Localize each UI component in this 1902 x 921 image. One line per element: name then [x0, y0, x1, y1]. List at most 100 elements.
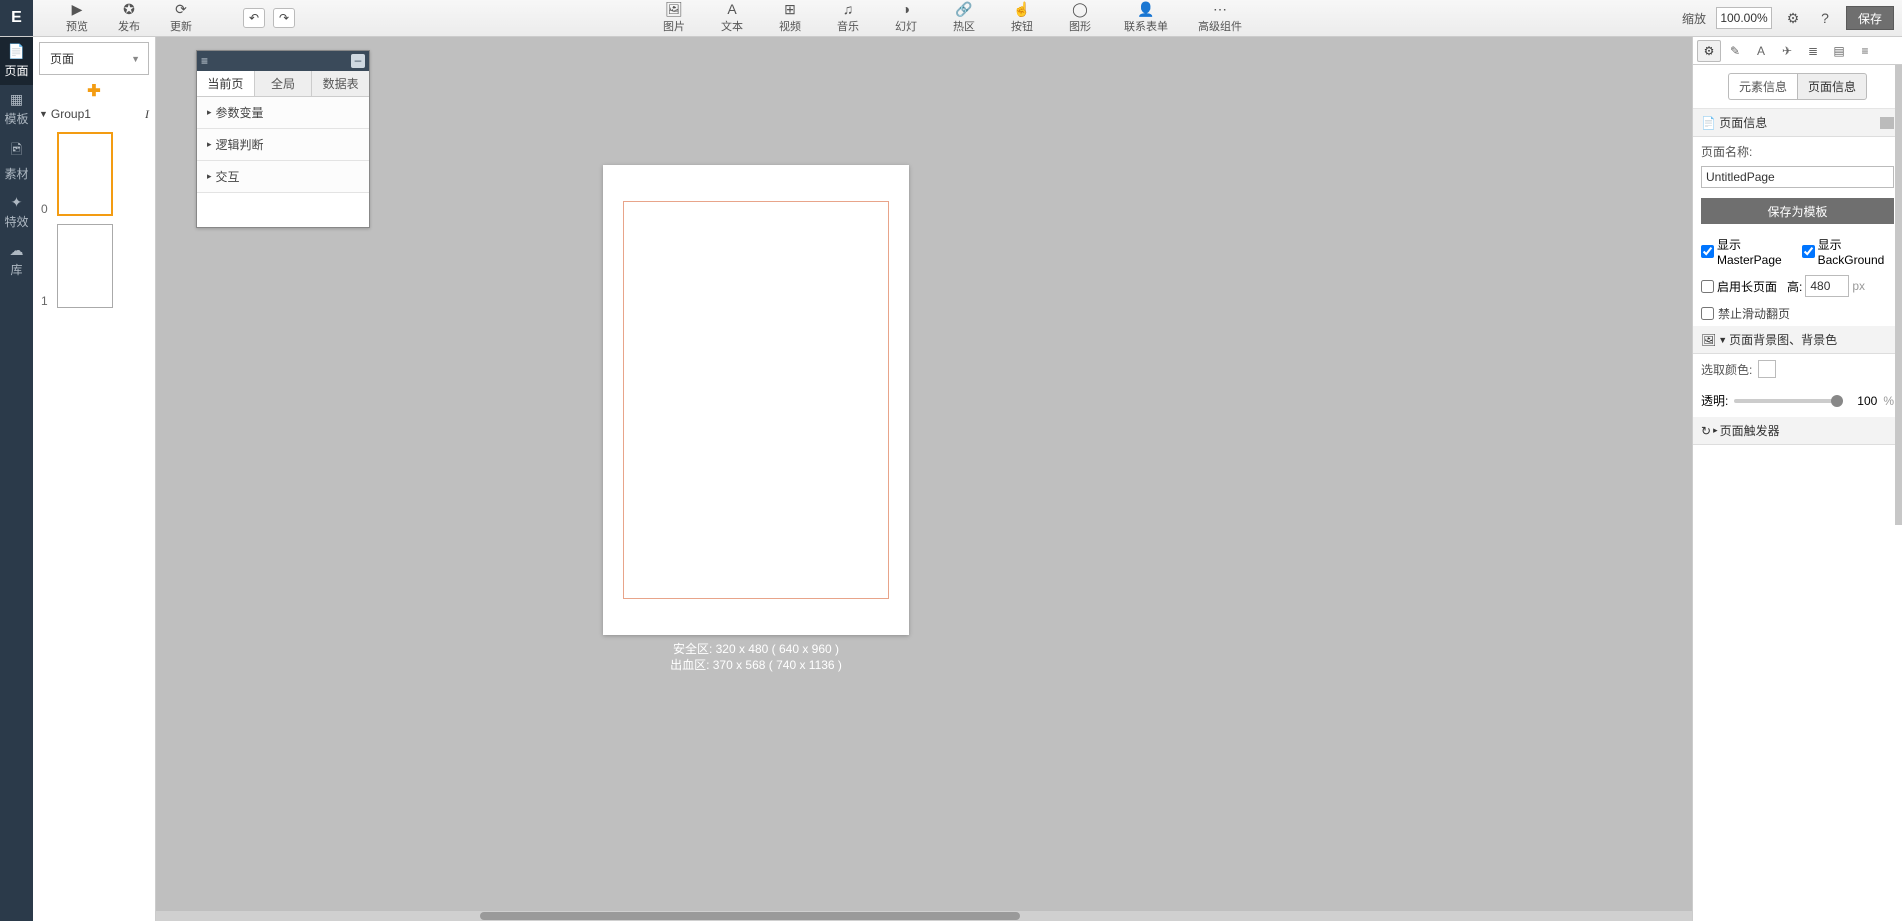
color-swatch[interactable] — [1758, 360, 1776, 378]
scrollbar-thumb[interactable] — [1895, 65, 1902, 525]
settings-icon[interactable]: ⚙ — [1782, 7, 1804, 29]
tab-current-page[interactable]: 当前页 — [197, 71, 255, 96]
cursor-icon: I — [145, 107, 149, 122]
section-triggers[interactable]: ↻▸页面触发器 — [1693, 417, 1902, 445]
thumb-row: 0 — [41, 132, 147, 216]
minimize-icon[interactable]: – — [351, 54, 365, 68]
add-page-button[interactable]: ✚ — [87, 81, 100, 101]
lock-scroll-row: 禁止滑动翻页 — [1693, 301, 1902, 326]
right-tools: 缩放 100.00% ⚙ ? 保存 — [1682, 0, 1902, 36]
update-tool[interactable]: ⟳更新 — [167, 2, 195, 34]
tab-layout[interactable]: ▤ — [1827, 40, 1851, 62]
slideshow-icon: ◑ — [902, 2, 910, 16]
save-as-template-button[interactable]: 保存为模板 — [1701, 198, 1894, 224]
page-name-row: 页面名称: — [1693, 137, 1902, 194]
nav-effects[interactable]: ✦特效 — [0, 188, 33, 236]
long-page-checkbox[interactable] — [1701, 280, 1714, 293]
safe-area-text: 安全区: 320 x 480 ( 640 x 960 ) — [603, 641, 909, 657]
add-page-row: ✚ — [33, 80, 155, 102]
section-background[interactable]: 🖼▼页面背景图、背景色 — [1693, 326, 1902, 354]
undo-button[interactable]: ↶ — [243, 8, 265, 28]
text-icon: A — [727, 2, 736, 16]
tab-actions[interactable]: ✈ — [1775, 40, 1799, 62]
display-toggles: 显示MasterPage 显示BackGround — [1693, 232, 1902, 271]
section-params[interactable]: ▸参数变量 — [197, 97, 369, 129]
pick-color-row: 选取颜色: — [1693, 354, 1902, 384]
slider-knob[interactable] — [1831, 395, 1843, 407]
page-thumbnail-1[interactable] — [57, 224, 113, 308]
tab-align[interactable]: ≣ — [1801, 40, 1825, 62]
tab-properties[interactable]: ⚙ — [1697, 40, 1721, 62]
tab-data-table[interactable]: 数据表 — [312, 71, 369, 96]
insert-advanced[interactable]: ⋯高级组件 — [1198, 2, 1242, 34]
tab-text[interactable]: A — [1749, 40, 1773, 62]
tab-global[interactable]: 全局 — [255, 71, 313, 96]
pages-panel: 页面 ✚ ▼Group1I 0 1 — [33, 37, 156, 921]
preview-tool[interactable]: ▶预览 — [63, 2, 91, 34]
mode-page[interactable]: 页面信息 — [1797, 73, 1867, 100]
app-logo[interactable]: E — [0, 0, 33, 36]
page-type-select[interactable]: 页面 — [39, 42, 149, 75]
redo-button[interactable]: ↷ — [273, 8, 295, 28]
zoom-value[interactable]: 100.00% — [1716, 7, 1772, 29]
opacity-row: 透明: 100% — [1693, 384, 1902, 417]
group-row[interactable]: ▼Group1I — [33, 102, 155, 126]
bleed-area-text: 出血区: 370 x 568 ( 740 x 1136 ) — [603, 657, 909, 673]
opacity-slider[interactable] — [1734, 399, 1843, 403]
horizontal-scrollbar[interactable] — [156, 911, 1692, 921]
mode-element[interactable]: 元素信息 — [1728, 73, 1797, 100]
scrollbar-thumb[interactable] — [480, 912, 1020, 920]
insert-slideshow[interactable]: ◑幻灯 — [892, 2, 920, 34]
page-name-label: 页面名称: — [1701, 143, 1752, 160]
tab-layers[interactable]: ≡ — [1853, 40, 1877, 62]
insert-text[interactable]: A文本 — [718, 2, 746, 34]
video-icon: ⊞ — [784, 2, 796, 16]
lock-scroll-checkbox[interactable] — [1701, 307, 1714, 320]
nav-library[interactable]: ☁库 — [0, 236, 33, 284]
collapse-icon[interactable] — [1880, 117, 1894, 129]
reload-icon: ↻ — [1701, 424, 1711, 438]
section-page-info[interactable]: 📄 页面信息 — [1693, 109, 1902, 137]
triangle-right-icon: ▸ — [1713, 425, 1718, 436]
triangle-down-icon: ▼ — [39, 109, 48, 119]
top-toolbar: E ▶预览 ✪发布 ⟳更新 ↶ ↷ 🖼图片 A文本 ⊞视频 ♫音乐 ◑幻灯 🔗热… — [0, 0, 1902, 37]
publish-tool[interactable]: ✪发布 — [115, 2, 143, 34]
nav-pages[interactable]: 📄页面 — [0, 37, 33, 85]
wechat-icon: ✪ — [123, 2, 135, 16]
show-master-checkbox[interactable] — [1701, 245, 1714, 258]
nav-assets[interactable]: 🖻素材 — [0, 133, 33, 188]
page-height-input[interactable] — [1805, 275, 1849, 297]
thumb-row: 1 — [41, 224, 147, 308]
page-name-input[interactable] — [1701, 166, 1894, 188]
page-icon: 📄 — [8, 43, 25, 60]
nav-templates[interactable]: ▦模板 — [0, 85, 33, 133]
insert-button[interactable]: ☝按钮 — [1008, 2, 1036, 34]
logic-panel-header[interactable]: ≡ – — [197, 51, 369, 71]
insert-video[interactable]: ⊞视频 — [776, 2, 804, 34]
insert-image[interactable]: 🖼图片 — [660, 2, 688, 34]
inspector-scrollbar[interactable] — [1895, 65, 1902, 525]
triangle-down-icon: ▼ — [1718, 335, 1727, 345]
user-icon: 👤 — [1137, 2, 1154, 16]
hamburger-icon[interactable]: ≡ — [201, 54, 208, 68]
help-icon[interactable]: ? — [1814, 7, 1836, 29]
music-icon: ♫ — [843, 2, 854, 16]
insert-shape[interactable]: ◯图形 — [1066, 2, 1094, 34]
insert-hotspot[interactable]: 🔗热区 — [950, 2, 978, 34]
template-icon: ▦ — [10, 91, 23, 108]
main-area: 📄页面 ▦模板 🖻素材 ✦特效 ☁库 页面 ✚ ▼Group1I 0 1 ≡ –… — [0, 37, 1902, 921]
asset-icon: 🖻 — [11, 139, 22, 163]
insert-audio[interactable]: ♫音乐 — [834, 2, 862, 34]
tab-edit[interactable]: ✎ — [1723, 40, 1747, 62]
inspector-panel: ⚙ ✎ A ✈ ≣ ▤ ≡ 元素信息 页面信息 📄 页面信息 页面名称: 保存为… — [1692, 37, 1902, 921]
page-thumbnail-0[interactable] — [57, 132, 113, 216]
vertical-nav: 📄页面 ▦模板 🖻素材 ✦特效 ☁库 — [0, 37, 33, 921]
insert-form[interactable]: 👤联系表单 — [1124, 2, 1168, 34]
save-button[interactable]: 保存 — [1846, 6, 1894, 30]
page-icon: 📄 — [1701, 116, 1716, 130]
image-icon: 🖼 — [665, 2, 683, 16]
section-interact[interactable]: ▸交互 — [197, 161, 369, 193]
canvas-page[interactable] — [603, 165, 909, 635]
show-bg-checkbox[interactable] — [1802, 245, 1815, 258]
section-logic[interactable]: ▸逻辑判断 — [197, 129, 369, 161]
